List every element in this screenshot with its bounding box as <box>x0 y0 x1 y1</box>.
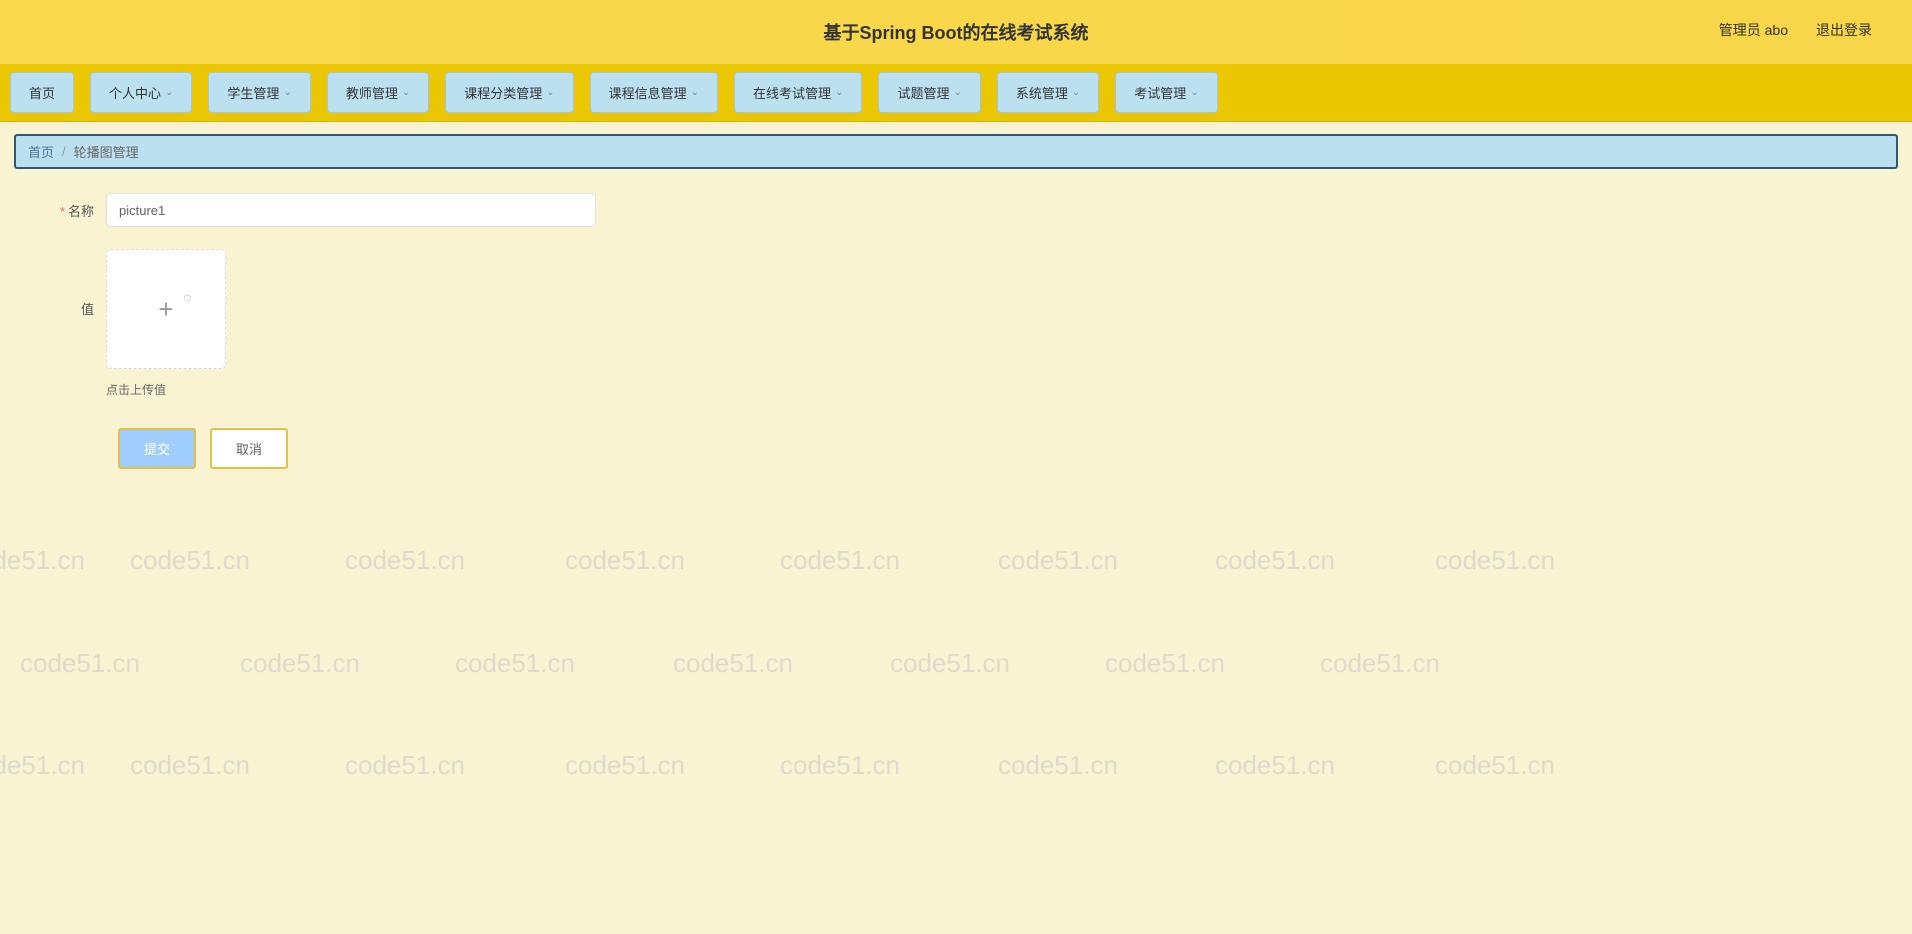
breadcrumb-home[interactable]: 首页 <box>28 142 54 161</box>
nav-item-label: 课程信息管理 <box>609 83 687 102</box>
nav-item-2[interactable]: 学生管理 ⌄ <box>208 72 310 113</box>
nav-item-1[interactable]: 个人中心 ⌄ <box>90 72 192 113</box>
nav-item-label: 系统管理 <box>1016 83 1068 102</box>
nav-item-label: 教师管理 <box>346 83 398 102</box>
nav-item-9[interactable]: 考试管理 ⌄ <box>1115 72 1217 113</box>
chevron-down-icon: ⌄ <box>1190 87 1198 98</box>
header: 基于Spring Boot的在线考试系统 管理员 abo 退出登录 <box>0 0 1912 64</box>
nav-item-label: 课程分类管理 <box>464 83 542 102</box>
cancel-button[interactable]: 取消 <box>210 428 288 469</box>
breadcrumb-current: 轮播图管理 <box>74 142 139 161</box>
logout-link[interactable]: 退出登录 <box>1816 20 1872 40</box>
chevron-down-icon: ⌄ <box>546 87 554 98</box>
plus-icon: + ◌ <box>158 294 173 325</box>
page-title: 基于Spring Boot的在线考试系统 <box>824 19 1089 45</box>
chevron-down-icon: ⌄ <box>402 87 410 98</box>
breadcrumb-separator: / <box>62 144 66 159</box>
chevron-down-icon: ⌄ <box>1072 87 1080 98</box>
nav-item-8[interactable]: 系统管理 ⌄ <box>997 72 1099 113</box>
chevron-down-icon: ⌄ <box>283 87 291 98</box>
nav-item-4[interactable]: 课程分类管理 ⌄ <box>445 72 573 113</box>
name-label: *名称 <box>26 193 106 220</box>
nav-item-3[interactable]: 教师管理 ⌄ <box>327 72 429 113</box>
nav-item-6[interactable]: 在线考试管理 ⌄ <box>734 72 862 113</box>
submit-button[interactable]: 提交 <box>118 428 196 469</box>
upload-tip: 点击上传值 <box>106 381 226 398</box>
nav-item-label: 试题管理 <box>897 83 949 102</box>
chevron-down-icon: ⌄ <box>953 87 961 98</box>
nav-item-label: 首页 <box>29 83 55 102</box>
admin-label[interactable]: 管理员 abo <box>1719 20 1788 40</box>
nav-item-label: 个人中心 <box>109 83 161 102</box>
loading-icon: ◌ <box>183 289 191 305</box>
chevron-down-icon: ⌄ <box>835 87 843 98</box>
nav-item-0[interactable]: 首页 <box>10 72 74 113</box>
nav-item-label: 考试管理 <box>1134 83 1186 102</box>
nav-bar: 首页个人中心⌄学生管理⌄教师管理⌄课程分类管理⌄课程信息管理⌄在线考试管理⌄试题… <box>0 64 1912 122</box>
upload-box[interactable]: + ◌ <box>106 249 226 369</box>
value-label: 值 <box>26 249 106 318</box>
nav-item-7[interactable]: 试题管理 ⌄ <box>878 72 980 113</box>
breadcrumb: 首页 / 轮播图管理 <box>14 134 1898 169</box>
chevron-down-icon: ⌄ <box>691 87 699 98</box>
nav-item-label: 学生管理 <box>227 83 279 102</box>
nav-item-label: 在线考试管理 <box>753 83 831 102</box>
nav-item-5[interactable]: 课程信息管理 ⌄ <box>590 72 718 113</box>
chevron-down-icon: ⌄ <box>165 87 173 98</box>
name-input[interactable] <box>106 193 596 227</box>
